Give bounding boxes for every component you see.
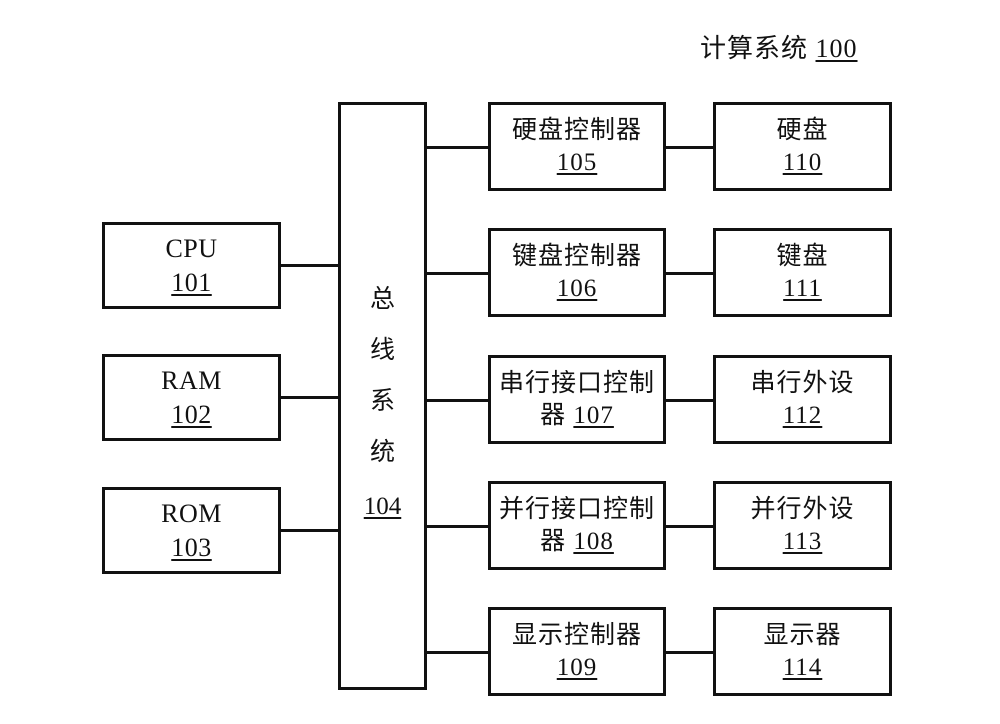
figure-title-text: 计算系统 bbox=[700, 34, 809, 63]
block-bus-system-reference: 104 bbox=[363, 492, 402, 520]
block-parallel-interface-controller-label-tail: 器 bbox=[540, 527, 567, 555]
block-ram-label: RAM bbox=[161, 366, 222, 396]
block-parallel-interface-controller-label-line1: 并行接口控制 bbox=[498, 495, 655, 523]
block-hard-disk: 硬盘 110 bbox=[713, 102, 892, 191]
block-ram-reference: 102 bbox=[171, 399, 212, 429]
block-hard-disk-controller-reference: 105 bbox=[556, 148, 598, 176]
block-display-label: 显示器 bbox=[763, 621, 842, 649]
block-rom-label: ROM bbox=[161, 499, 222, 529]
block-bus-system-char-4: 统 bbox=[369, 438, 395, 466]
block-display-reference: 114 bbox=[782, 653, 823, 681]
block-parallel-peripheral-label: 并行外设 bbox=[750, 495, 855, 523]
block-parallel-peripheral: 并行外设 113 bbox=[713, 481, 892, 570]
block-display-controller-reference: 109 bbox=[556, 653, 598, 681]
block-display-controller: 显示控制器 109 bbox=[488, 607, 666, 696]
block-parallel-peripheral-reference: 113 bbox=[782, 527, 823, 555]
block-hard-disk-label: 硬盘 bbox=[776, 116, 829, 144]
connector-bus-to-hard-disk-controller bbox=[427, 146, 488, 149]
block-serial-interface-controller-label-line2: 器 107 bbox=[540, 400, 614, 432]
block-ram: RAM 102 bbox=[102, 354, 281, 441]
block-keyboard-controller: 键盘控制器 106 bbox=[488, 228, 666, 317]
block-rom: ROM 103 bbox=[102, 487, 281, 574]
block-serial-peripheral: 串行外设 112 bbox=[713, 355, 892, 444]
connector-keyboard-controller-to-keyboard bbox=[666, 272, 713, 275]
connector-hard-disk-controller-to-hard-disk bbox=[666, 146, 713, 149]
block-rom-reference: 103 bbox=[171, 532, 212, 562]
connector-ram-to-bus bbox=[281, 396, 338, 399]
connector-bus-to-keyboard-controller bbox=[427, 272, 488, 275]
block-cpu: CPU 101 bbox=[102, 222, 281, 309]
block-display: 显示器 114 bbox=[713, 607, 892, 696]
block-bus-system-char-2: 线 bbox=[369, 336, 395, 364]
block-parallel-interface-controller-label-line2: 器 108 bbox=[540, 526, 614, 558]
block-serial-peripheral-label: 串行外设 bbox=[750, 369, 855, 397]
block-cpu-label: CPU bbox=[165, 234, 218, 264]
block-keyboard-label: 键盘 bbox=[776, 242, 829, 270]
connector-parallel-interface-controller-to-parallel-peripheral bbox=[666, 525, 713, 528]
connector-rom-to-bus bbox=[281, 529, 338, 532]
connector-cpu-to-bus bbox=[281, 264, 338, 267]
figure-title: 计算系统 100 bbox=[700, 28, 858, 65]
block-bus-system-char-1: 总 bbox=[369, 285, 395, 313]
connector-display-controller-to-display bbox=[666, 651, 713, 654]
block-keyboard-controller-reference: 106 bbox=[556, 274, 598, 302]
block-parallel-interface-controller-reference: 108 bbox=[573, 527, 614, 555]
block-bus-system-char-3: 系 bbox=[369, 387, 395, 415]
block-serial-interface-controller-reference: 107 bbox=[573, 401, 614, 429]
block-keyboard: 键盘 111 bbox=[713, 228, 892, 317]
connector-bus-to-serial-interface-controller bbox=[427, 399, 488, 402]
block-bus-system: 总 线 系 统 104 bbox=[338, 102, 427, 690]
block-hard-disk-controller: 硬盘控制器 105 bbox=[488, 102, 666, 191]
block-serial-peripheral-reference: 112 bbox=[782, 401, 823, 429]
block-keyboard-reference: 111 bbox=[783, 274, 822, 302]
block-serial-interface-controller-label-line1: 串行接口控制 bbox=[498, 369, 655, 397]
block-hard-disk-controller-label: 硬盘控制器 bbox=[511, 116, 642, 144]
connector-serial-interface-controller-to-serial-peripheral bbox=[666, 399, 713, 402]
figure-title-reference: 100 bbox=[815, 34, 858, 63]
patent-figure-canvas: 计算系统 100 CPU 101 RAM 102 ROM 103 总 线 系 统… bbox=[0, 0, 1000, 724]
block-serial-interface-controller-label-tail: 器 bbox=[540, 401, 567, 429]
connector-bus-to-parallel-interface-controller bbox=[427, 525, 488, 528]
block-parallel-interface-controller: 并行接口控制 器 108 bbox=[488, 481, 666, 570]
block-hard-disk-reference: 110 bbox=[782, 148, 823, 176]
block-serial-interface-controller: 串行接口控制 器 107 bbox=[488, 355, 666, 444]
block-display-controller-label: 显示控制器 bbox=[511, 621, 642, 649]
connector-bus-to-display-controller bbox=[427, 651, 488, 654]
block-keyboard-controller-label: 键盘控制器 bbox=[511, 242, 642, 270]
block-cpu-reference: 101 bbox=[171, 267, 212, 297]
